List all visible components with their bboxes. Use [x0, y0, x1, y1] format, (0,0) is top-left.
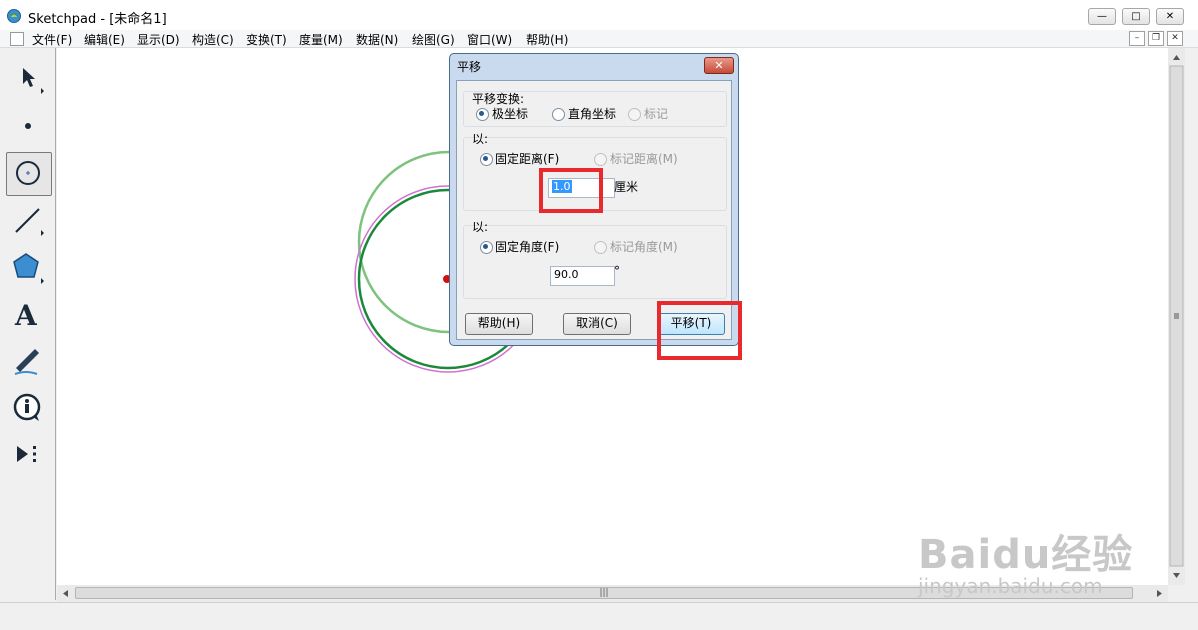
menu-measure[interactable]: 度量(M) — [299, 31, 343, 48]
toolbox: A — [0, 48, 56, 600]
menu-graph[interactable]: 绘图(G) — [412, 31, 455, 48]
scroll-left-icon[interactable] — [63, 590, 68, 597]
menu-bar: 文件(F) 编辑(E) 显示(D) 构造(C) 变换(T) 度量(M) 数据(N… — [0, 30, 1198, 48]
marker-icon — [14, 349, 39, 375]
angle-group: 以: 固定角度(F) 标记角度(M) 90.0 ° — [463, 220, 727, 299]
svg-text:A: A — [14, 299, 38, 332]
angle-input[interactable]: 90.0 — [550, 266, 615, 286]
menu-construct[interactable]: 构造(C) — [192, 31, 234, 48]
help-button[interactable]: 帮助(H) — [465, 313, 533, 335]
marked-label: 标记 — [644, 107, 669, 121]
marker-tool[interactable] — [6, 340, 50, 380]
close-window-button[interactable]: ✕ — [1156, 8, 1184, 25]
polygon-icon — [13, 253, 44, 284]
info-icon — [13, 393, 41, 421]
menu-file[interactable]: 文件(F) — [32, 31, 72, 48]
translate-button-highlight-box — [657, 301, 742, 360]
polar-radio[interactable] — [476, 108, 489, 121]
menu-data[interactable]: 数据(N) — [356, 31, 398, 48]
compass-tool[interactable] — [6, 152, 52, 196]
title-bar: Sketchpad - [未命名1] — □ ✕ — [0, 0, 1198, 30]
rectangular-label[interactable]: 直角坐标 — [568, 105, 616, 122]
fixed-distance-label[interactable]: 固定距离(F) — [495, 150, 559, 167]
arrow-icon — [23, 68, 44, 94]
information-tool[interactable] — [6, 388, 50, 428]
menu-edit[interactable]: 编辑(E) — [84, 31, 125, 48]
baidu-watermark: Baidu经验 jingyan.baidu.com — [918, 522, 1158, 602]
marked-angle-radio — [594, 241, 607, 254]
cancel-button[interactable]: 取消(C) — [563, 313, 631, 335]
scroll-up-icon[interactable] — [1173, 55, 1180, 60]
status-bar — [0, 602, 1198, 630]
menu-window[interactable]: 窗口(W) — [467, 31, 512, 48]
scroll-down-icon[interactable] — [1173, 573, 1180, 578]
distance-highlight-box — [539, 168, 603, 213]
document-icon[interactable] — [10, 32, 24, 46]
polar-label[interactable]: 极坐标 — [492, 105, 528, 122]
fixed-distance-radio[interactable] — [480, 153, 493, 166]
text-tool[interactable]: A — [6, 294, 50, 334]
sketchpad-app-icon — [7, 9, 21, 23]
polygon-tool[interactable] — [6, 248, 50, 288]
watermark-logo-text: Baidu经验 — [918, 532, 1134, 578]
fixed-angle-radio[interactable] — [480, 241, 493, 254]
distance-unit: 厘米 — [614, 180, 639, 194]
angle-by-label: 以: — [472, 220, 489, 234]
arrow-tool[interactable] — [6, 58, 50, 98]
point-tool[interactable] — [6, 106, 50, 146]
window-title: Sketchpad - [未命名1] — [28, 12, 167, 27]
maximize-button[interactable]: □ — [1122, 8, 1150, 25]
doc-minimize-button[interactable]: – — [1129, 31, 1145, 46]
transform-type-group: 平移变换: 极坐标 直角坐标 标记 — [463, 91, 727, 127]
dialog-title: 平移 — [457, 60, 482, 74]
dialog-close-button[interactable]: ✕ — [704, 57, 734, 74]
rectangular-radio[interactable] — [552, 108, 565, 121]
compass-icon — [16, 161, 40, 185]
menu-display[interactable]: 显示(D) — [137, 31, 180, 48]
fixed-angle-label[interactable]: 固定角度(F) — [495, 238, 559, 255]
marked-distance-label: 标记距离(M) — [610, 152, 678, 166]
doc-restore-button[interactable]: ❐ — [1148, 31, 1164, 46]
marked-angle-label: 标记角度(M) — [610, 240, 678, 254]
watermark-url: jingyan.baidu.com — [918, 574, 1103, 598]
text-icon: A — [14, 299, 38, 332]
minimize-button[interactable]: — — [1088, 8, 1116, 25]
distance-by-label: 以: — [472, 132, 489, 146]
custom-tool-icon — [17, 446, 36, 462]
doc-close-button[interactable]: ✕ — [1167, 31, 1183, 46]
menu-transform[interactable]: 变换(T) — [246, 31, 287, 48]
menu-help[interactable]: 帮助(H) — [526, 31, 568, 48]
angle-unit: ° — [614, 264, 620, 278]
marked-radio — [628, 108, 641, 121]
point-icon — [25, 123, 31, 129]
straightedge-tool[interactable] — [6, 200, 50, 240]
custom-tool[interactable] — [6, 434, 50, 474]
line-icon — [15, 208, 44, 236]
vertical-scrollbar[interactable] — [1168, 48, 1185, 585]
marked-distance-radio — [594, 153, 607, 166]
